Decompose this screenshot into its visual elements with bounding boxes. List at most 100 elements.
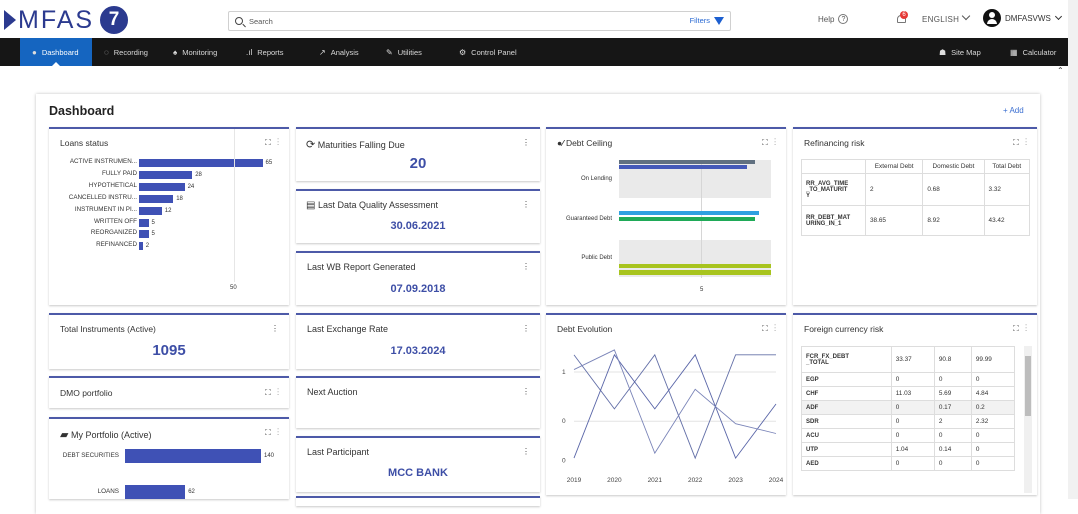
refinancing-table: External Debt Domestic Debt Total Debt RR_… (801, 159, 1031, 236)
debt-evolution-card: Debt Evolution ⛶ ⋮ 0 0 1 2019 2020 2021 2022 20… (546, 313, 786, 495)
card-controls[interactable]: ⛶ ⋮ (1013, 138, 1029, 148)
add-widget-button[interactable]: + Add (1003, 106, 1024, 115)
data-label: 18 (176, 195, 183, 202)
bar (139, 182, 185, 191)
app-logo[interactable]: MFAS 7 (4, 5, 129, 35)
series-line (573, 349, 777, 455)
nav-reports[interactable]: .ıl Reports (246, 38, 284, 66)
card-title: ●⁄ Debt Ceiling (557, 138, 613, 148)
filters-label: Filters (689, 16, 710, 25)
debt-evolution-chart: 0 0 1 2019 2020 2021 2022 2023 2024 (562, 349, 784, 484)
card-menu-icon[interactable]: ⋮ (522, 138, 532, 147)
page-scrollbar[interactable] (1068, 0, 1078, 499)
table-row: SDR 0 2 2.32 (801, 414, 1016, 429)
last-participant-card: Last Participant ⋮ MCC BANK (296, 436, 540, 492)
card-title: DMO portfolio (60, 388, 113, 398)
axis-tick: 5 (700, 287, 704, 293)
card-title: ▤ Last Data Quality Assessment (306, 200, 439, 211)
category-label: Public Debt (581, 255, 612, 261)
category-label: ACTIVE INSTRUMEN... (69, 158, 137, 165)
bar (139, 206, 162, 215)
axis-tick: 50 (230, 285, 237, 291)
debt-ceiling-card: ●⁄ Debt Ceiling ⛶ ⋮ On Lending Guarantee… (546, 127, 786, 305)
fx-risk-card: Foreign currency risk ⛶ ⋮ FCR_FX_DEBT _TO… (793, 313, 1037, 495)
help-button[interactable]: Help ? (818, 14, 849, 24)
table-scrollbar[interactable] (1024, 346, 1032, 493)
card-controls[interactable]: ⛶ ⋮ (265, 388, 281, 398)
search-icon (235, 17, 243, 25)
active-tab-caret (52, 62, 60, 66)
data-quality-card: ▤ Last Data Quality Assessment ⋮ 30.06.2… (296, 189, 540, 243)
data-label: 2 (145, 243, 150, 250)
table-row: FCR_FX_DEBT _TOTAL 33.37 90.8 99.99 (801, 346, 1016, 373)
bar (619, 160, 755, 164)
nav-analysis[interactable]: ↗ Analysis (319, 38, 359, 66)
card-controls[interactable]: ⛶ ⋮ (762, 138, 778, 148)
y-tick-label: 0 (562, 458, 566, 465)
table-row: AED 0 0 0 (801, 456, 1016, 471)
card-menu-icon[interactable]: ⋮ (522, 324, 532, 333)
nav-utilities[interactable]: ✎ Utilities (386, 38, 422, 66)
analysis-icon: ↗ (319, 47, 326, 57)
card-menu-icon[interactable]: ⋮ (522, 262, 532, 271)
next-card-edge (296, 496, 540, 506)
card-title: Last Exchange Rate (307, 324, 389, 334)
chevron-down-icon[interactable] (961, 11, 971, 21)
bar (139, 230, 149, 239)
card-controls[interactable]: ⛶ ⋮ (1013, 324, 1029, 334)
search-input[interactable]: Search Filters (228, 11, 731, 31)
bar (619, 217, 755, 221)
card-menu-icon[interactable]: ⋮ (522, 447, 532, 456)
category-label: WRITTEN OFF (93, 217, 137, 225)
table-row: ADF 0 0.17 0.2 (801, 400, 1016, 415)
total-instruments-value: 1095 (152, 342, 186, 359)
scroll-up-arrow[interactable] (1070, 2, 1076, 16)
chevron-down-icon (1054, 12, 1062, 21)
table-row: RR_DEBT_MAT URING_IN_1 38.65 8.92 43.42 (801, 205, 1031, 236)
category-label: INSTRUMENT IN PI... (74, 205, 137, 213)
calendar-icon: ▤ (306, 200, 316, 211)
card-menu-icon[interactable]: ⋮ (522, 200, 532, 209)
category-label: REFINANCED (96, 241, 137, 249)
card-title: Foreign currency risk (804, 324, 884, 334)
binoculars-icon: ♠ (173, 47, 178, 57)
nav-site-map[interactable]: ☗ Site Map (939, 38, 981, 66)
user-menu[interactable]: DMFASVWS (983, 9, 1062, 27)
x-tick-label: 2023 (728, 477, 743, 484)
data-label: 5 (151, 231, 155, 238)
page-title: Dashboard (49, 104, 115, 118)
card-menu-icon[interactable]: ⋮ (271, 324, 281, 333)
card-controls[interactable]: ⛶ ⋮ (265, 138, 281, 148)
data-label: 62 (188, 489, 195, 495)
scroll-thumb[interactable] (1025, 356, 1031, 416)
card-menu-icon[interactable]: ⋮ (522, 387, 532, 396)
filters-button[interactable]: Filters (690, 16, 724, 25)
calendar-clock-icon: ⟳ (306, 139, 316, 151)
bar (139, 159, 263, 167)
bar (139, 170, 193, 179)
data-label: 12 (164, 207, 172, 214)
top-bar: MFAS 7 Search Filters Help ? 6 ENGLISH D… (0, 0, 1078, 38)
wrench-icon: ✎ (386, 47, 393, 57)
card-title: Next Auction (307, 387, 358, 397)
category-label: LOANS (97, 488, 119, 495)
table-row: UTP 1.04 0.14 0 (801, 442, 1016, 457)
category-label: HYPOTHETICAL (88, 181, 137, 189)
nav-control-panel[interactable]: ⚙ Control Panel (459, 38, 517, 66)
notifications-button[interactable]: 6 (896, 11, 908, 24)
bar (125, 449, 261, 463)
card-controls[interactable]: ⛶ ⋮ (265, 428, 281, 438)
nav-recording[interactable]: ◌ Recording (104, 38, 148, 66)
data-label: 5 (151, 219, 155, 226)
language-select[interactable]: ENGLISH (922, 15, 959, 24)
help-icon: ? (838, 14, 849, 24)
nav-monitoring[interactable]: ♠ Monitoring (173, 38, 217, 66)
category-label: FULLY PAID (102, 169, 137, 177)
debt-ceiling-icon: ●⁄ (557, 138, 564, 148)
logo-text: MFAS (18, 5, 95, 34)
data-label: 65 (265, 160, 273, 166)
nav-calculator[interactable]: ▦ Calculator (1010, 38, 1056, 66)
y-tick-label: 0 (562, 418, 566, 425)
category-label: On Lending (580, 176, 612, 182)
collapse-up-icon[interactable]: ⌃ (1057, 66, 1064, 75)
